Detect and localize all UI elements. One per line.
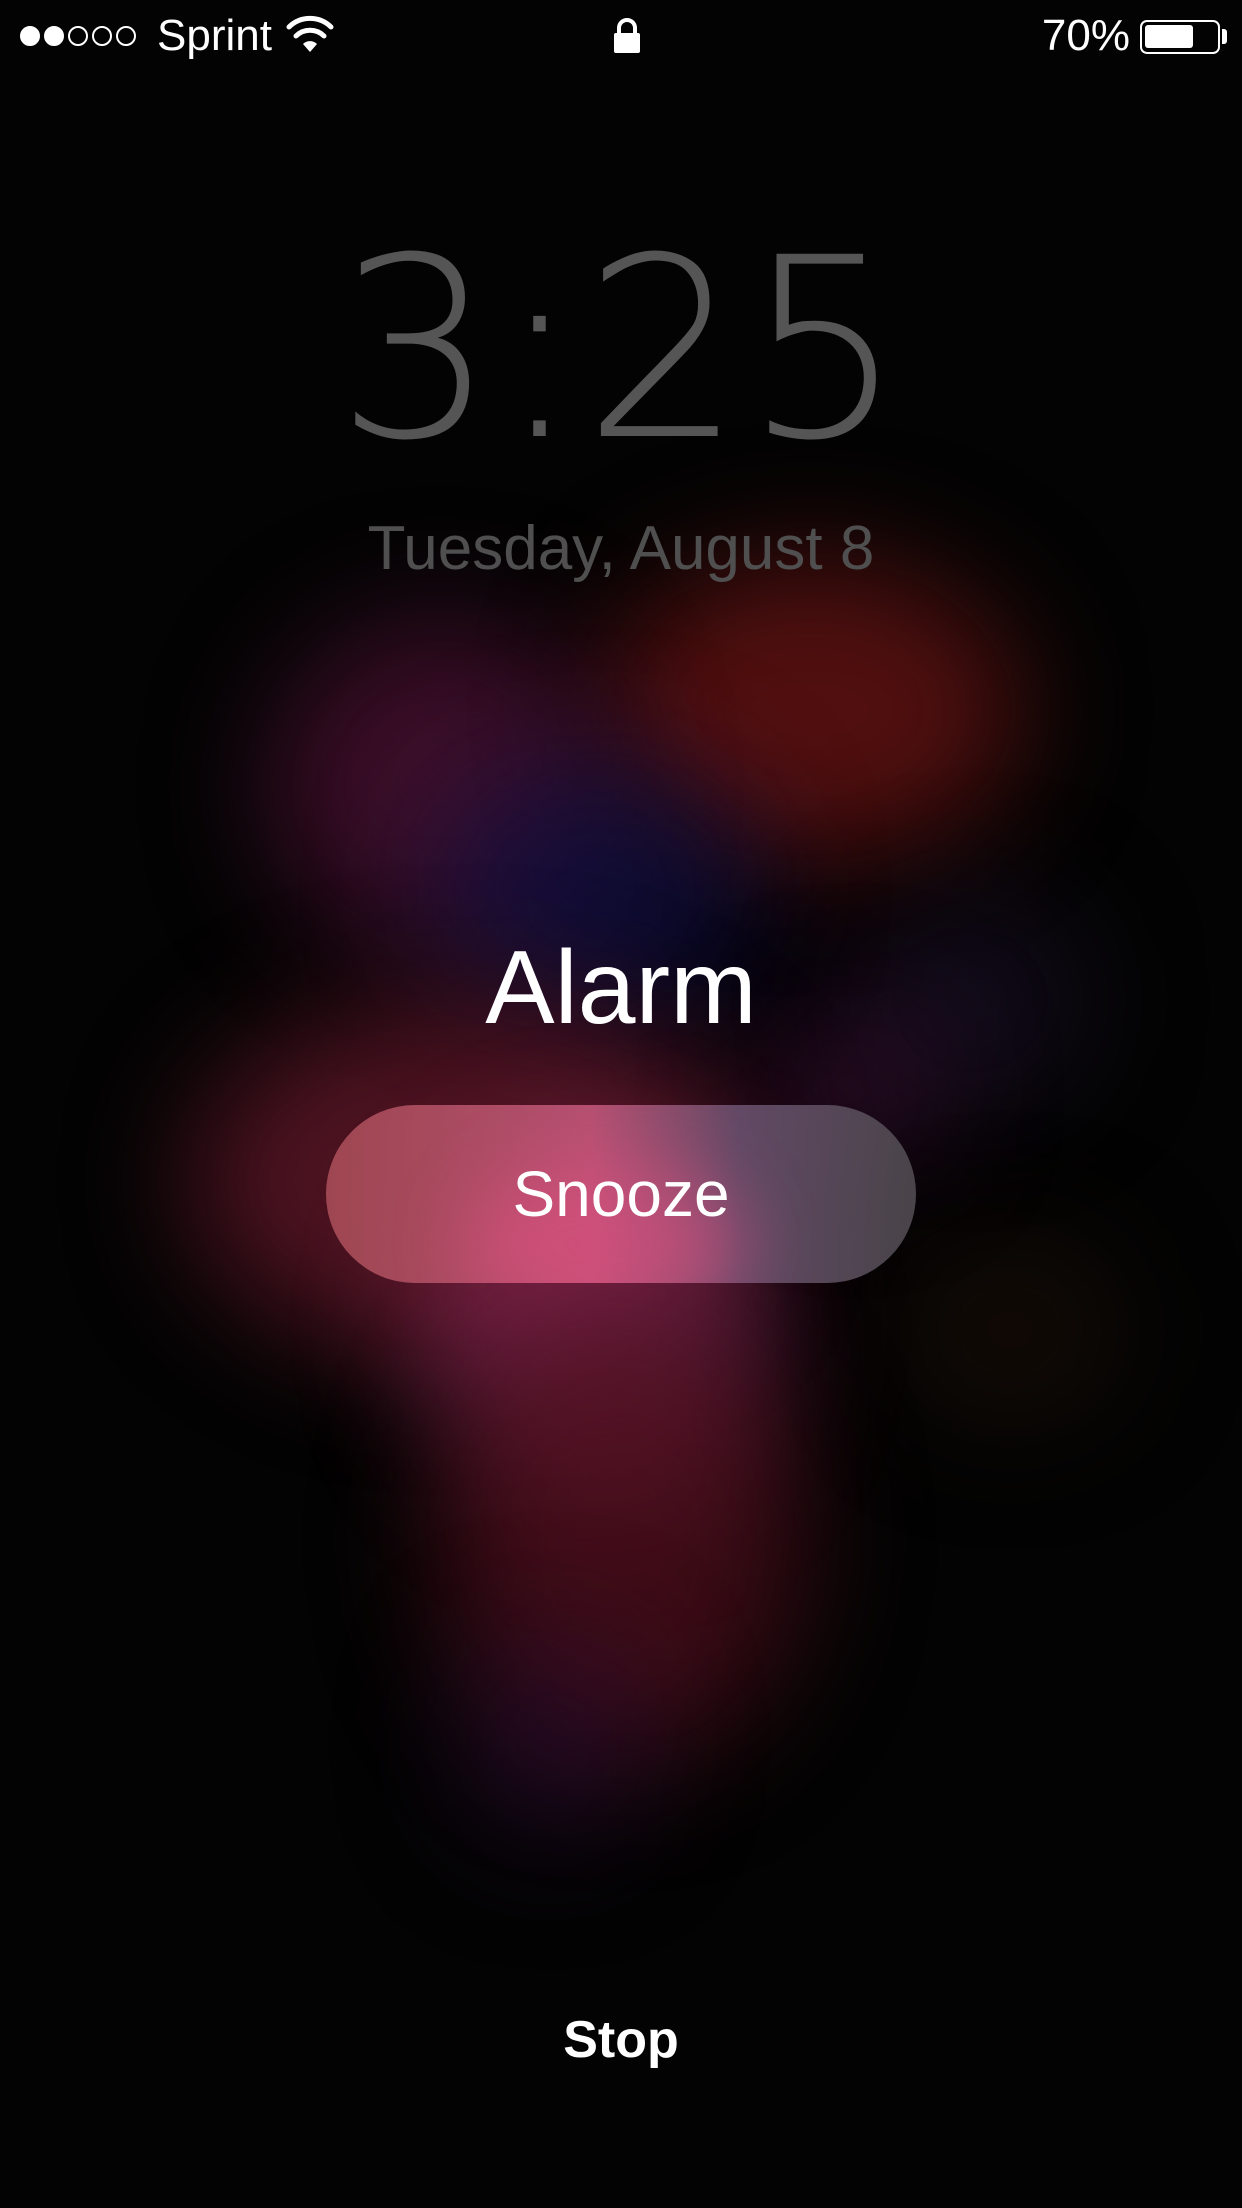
signal-dot-empty (116, 26, 136, 46)
signal-dot-filled (20, 26, 40, 46)
lock-screen-date: Tuesday, August 8 (367, 514, 875, 583)
carrier-name: Sprint (157, 11, 272, 60)
wallpaper-blob (900, 1240, 1120, 1420)
signal-dot-empty (68, 26, 88, 46)
battery-percentage: 70% (1041, 11, 1130, 60)
stop-button[interactable]: Stop (521, 1990, 721, 2090)
wallpaper-blob (460, 1640, 640, 1840)
lock-icon (612, 18, 642, 59)
battery-tip (1222, 29, 1227, 44)
wifi-icon (286, 14, 334, 59)
alarm-title: Alarm (485, 930, 757, 1046)
lock-screen-time: 3:25 (336, 204, 906, 495)
snooze-button-label: Snooze (512, 1158, 730, 1230)
status-bar: Sprint 70% (0, 0, 1242, 72)
signal-dot-filled (44, 26, 64, 46)
signal-strength-icon (20, 26, 136, 46)
signal-dot-empty (92, 26, 112, 46)
snooze-button[interactable]: Snooze (326, 1105, 916, 1283)
battery-level-fill (1145, 25, 1193, 48)
lock-screen: Sprint 70% 3:25 Tuesday, August 8 Alarm … (0, 0, 1242, 2208)
battery-icon (1140, 20, 1220, 54)
